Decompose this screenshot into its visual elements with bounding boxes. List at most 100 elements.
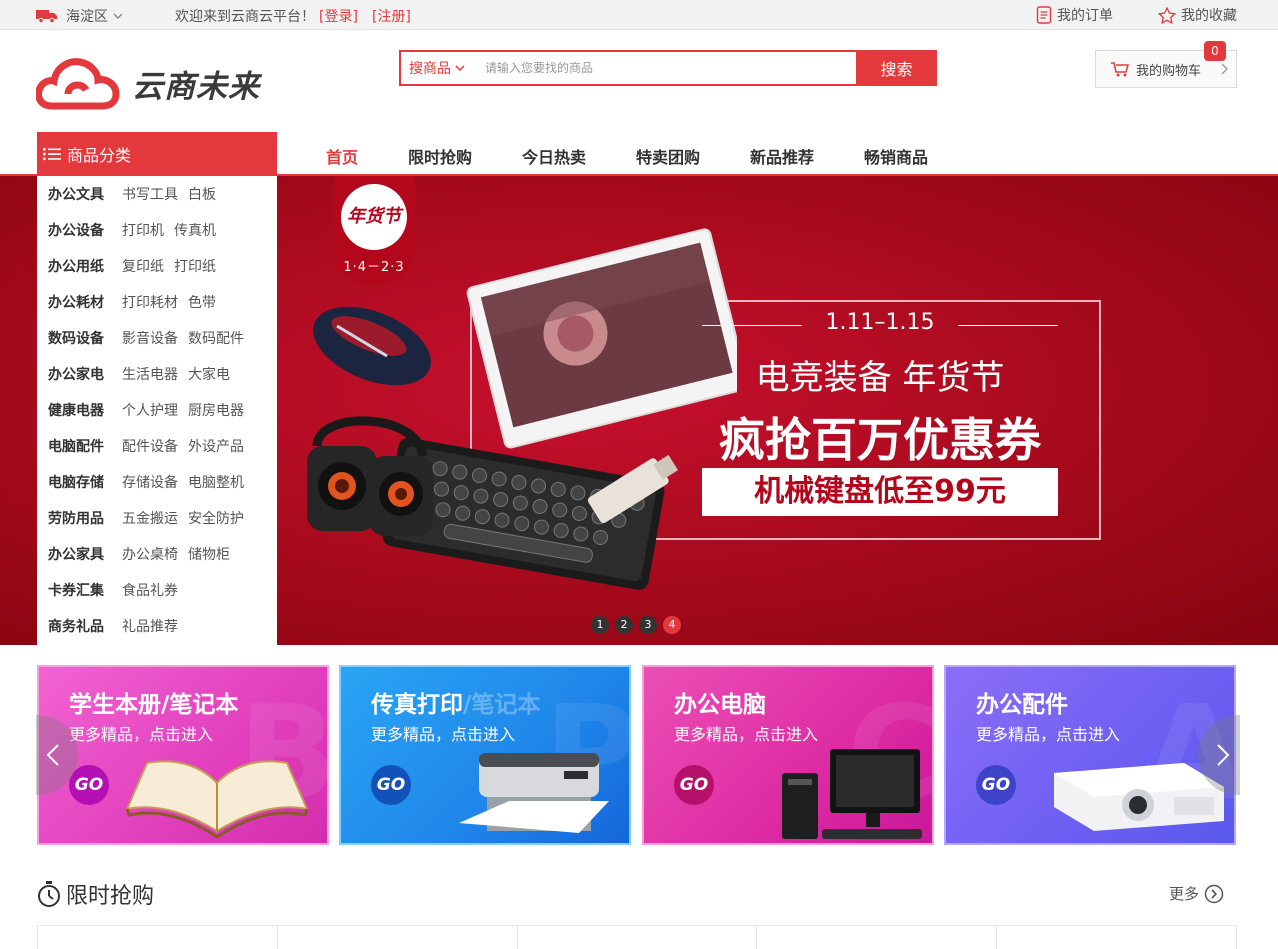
nav-link-flash-sale[interactable]: 限时抢购 xyxy=(408,144,472,168)
category-card-notebooks[interactable]: B 学生本册/笔记本 更多精品，点击进入 GO xyxy=(37,665,329,845)
cart-label: 我的购物车 xyxy=(1136,63,1202,79)
site-logo[interactable]: 云商未来 xyxy=(36,56,260,110)
sidebar-sub-item[interactable]: 办公桌椅 xyxy=(122,544,178,564)
sidebar-sub-item[interactable]: 五金搬运 xyxy=(122,508,178,528)
product-cell[interactable] xyxy=(38,926,278,949)
my-orders-link[interactable]: 我的订单 xyxy=(1036,5,1113,25)
card-title: 学生本册/笔记本 xyxy=(69,692,239,718)
promo-subline: 机械键盘低至99元 xyxy=(702,468,1058,516)
sidebar-sub-item[interactable]: 厨房电器 xyxy=(188,400,244,420)
open-book-image xyxy=(125,760,309,839)
chevron-right-icon xyxy=(1221,63,1228,75)
sidebar-row: 办公耗材 打印耗材 色带 xyxy=(37,284,277,320)
sidebar-sub-item[interactable]: 白板 xyxy=(188,184,216,204)
go-button[interactable]: GO xyxy=(674,765,714,805)
sidebar-sub-item[interactable]: 复印纸 xyxy=(122,256,164,276)
sidebar-sub-item[interactable]: 打印耗材 xyxy=(122,292,178,312)
sidebar-sub-item[interactable]: 数码配件 xyxy=(188,328,244,348)
sidebar-sub-item[interactable]: 配件设备 xyxy=(122,436,178,456)
search-category-select[interactable]: 搜商品 xyxy=(401,52,473,84)
category-card-office-pc[interactable]: C 办公电脑 更多精品，点击进入 GO xyxy=(642,665,934,845)
sidebar-main-item[interactable]: 办公家电 xyxy=(48,364,122,384)
carousel-dot-active[interactable]: 4 xyxy=(663,616,681,634)
sidebar-main-item[interactable]: 劳防用品 xyxy=(48,508,122,528)
top-bar: 海淀区 欢迎来到云商云平台！ [登录] [注册] 我的订单 我的收藏 xyxy=(0,0,1278,30)
category-menu-button[interactable]: 商品分类 xyxy=(37,132,277,176)
search-button[interactable]: 搜索 xyxy=(856,50,937,86)
sidebar-main-item[interactable]: 数码设备 xyxy=(48,328,122,348)
register-link[interactable]: [注册] xyxy=(372,6,411,26)
nav-link-home[interactable]: 首页 xyxy=(326,144,358,168)
sidebar-sub-item[interactable]: 传真机 xyxy=(174,220,216,240)
sidebar-sub-item[interactable]: 色带 xyxy=(188,292,216,312)
carousel-dot[interactable]: 1 xyxy=(591,616,609,634)
go-button[interactable]: GO xyxy=(371,765,411,805)
printer-image xyxy=(459,753,609,833)
sidebar-main-item[interactable]: 办公文具 xyxy=(48,184,122,204)
sidebar-sub-item[interactable]: 书写工具 xyxy=(122,184,178,204)
login-link[interactable]: [登录] xyxy=(319,6,358,26)
category-card-fax-print[interactable]: P 传真打印/笔记本 更多精品，点击进入 GO xyxy=(339,665,631,845)
my-favorites-link[interactable]: 我的收藏 xyxy=(1158,5,1237,25)
sidebar-row: 健康电器 个人护理 厨房电器 xyxy=(37,392,277,428)
nav-link-new-products[interactable]: 新品推荐 xyxy=(750,144,814,168)
section-heading: 限时抢购 xyxy=(36,878,154,910)
sidebar-main-item[interactable]: 办公用纸 xyxy=(48,256,122,276)
sidebar-sub-item[interactable]: 打印纸 xyxy=(174,256,216,276)
product-cell[interactable] xyxy=(518,926,758,949)
sidebar-sub-item[interactable]: 电脑整机 xyxy=(188,472,244,492)
sidebar-sub-item[interactable]: 安全防护 xyxy=(188,508,244,528)
chevron-circle-right-icon xyxy=(1204,884,1224,903)
sidebar-sub-item[interactable]: 生活电器 xyxy=(122,364,178,384)
banner-products-image xyxy=(307,228,737,590)
sidebar-sub-item[interactable]: 储物柜 xyxy=(188,544,230,564)
card-subtitle: 更多精品，点击进入 xyxy=(69,725,214,744)
sidebar-main-item[interactable]: 商务礼品 xyxy=(48,616,122,636)
carousel-dot[interactable]: 2 xyxy=(615,616,633,634)
location-selector[interactable]: 海淀区 xyxy=(36,6,131,26)
sidebar-sub-item[interactable]: 外设产品 xyxy=(188,436,244,456)
product-cell[interactable] xyxy=(757,926,998,949)
sidebar-main-item[interactable]: 电脑配件 xyxy=(48,436,122,456)
star-icon xyxy=(1158,6,1176,24)
card-title: 办公配件 xyxy=(976,692,1068,718)
sidebar-sub-item[interactable]: 影音设备 xyxy=(122,328,178,348)
sidebar-sub-item[interactable]: 食品礼券 xyxy=(122,580,178,600)
sidebar-row: 劳防用品 五金搬运 安全防护 xyxy=(37,500,277,536)
product-cell[interactable] xyxy=(997,926,1236,949)
list-icon xyxy=(43,148,61,161)
category-card-accessories[interactable]: A 办公配件 更多精品，点击进入 GO xyxy=(944,665,1236,845)
promo-title: 电竞装备 年货节 xyxy=(755,358,1005,398)
more-link[interactable]: 更多 xyxy=(1169,883,1224,904)
sidebar-sub-item[interactable]: 大家电 xyxy=(188,364,230,384)
sidebar-sub-item[interactable]: 个人护理 xyxy=(122,400,178,420)
sidebar-row: 办公家电 生活电器 大家电 xyxy=(37,356,277,392)
carousel-dot[interactable]: 3 xyxy=(639,616,657,634)
cart-icon xyxy=(1111,62,1129,77)
nav-link-hot-today[interactable]: 今日热卖 xyxy=(522,144,586,168)
sidebar-main-item[interactable]: 办公家具 xyxy=(48,544,122,564)
location-label: 海淀区 xyxy=(66,9,108,25)
go-button[interactable]: GO xyxy=(976,765,1016,805)
go-button[interactable]: GO xyxy=(69,765,109,805)
chevron-down-icon xyxy=(113,13,123,19)
nav-link-bestsellers[interactable]: 畅销商品 xyxy=(864,144,928,168)
sidebar-main-item[interactable]: 电脑存储 xyxy=(48,472,122,492)
logo-text: 云商未来 xyxy=(132,68,260,105)
sidebar-main-item[interactable]: 卡券汇集 xyxy=(48,580,122,600)
sidebar-row: 办公设备 打印机 传真机 xyxy=(37,212,277,248)
sidebar-sub-item[interactable]: 打印机 xyxy=(122,220,164,240)
sidebar-row: 商务礼品 礼品推荐 xyxy=(37,608,277,644)
sidebar-row: 电脑存储 存储设备 电脑整机 xyxy=(37,464,277,500)
nav-link-group-buy[interactable]: 特卖团购 xyxy=(636,144,700,168)
cloud-logo-icon xyxy=(36,58,120,110)
sidebar-main-item[interactable]: 办公设备 xyxy=(48,220,122,240)
sidebar-row: 数码设备 影音设备 数码配件 xyxy=(37,320,277,356)
sidebar-main-item[interactable]: 办公耗材 xyxy=(48,292,122,312)
product-cell[interactable] xyxy=(278,926,518,949)
sidebar-main-item[interactable]: 健康电器 xyxy=(48,400,122,420)
promo-headline: 疯抢百万优惠券 xyxy=(719,413,1041,467)
sidebar-sub-item[interactable]: 礼品推荐 xyxy=(122,616,178,636)
search-input[interactable] xyxy=(473,52,856,84)
sidebar-sub-item[interactable]: 存储设备 xyxy=(122,472,178,492)
